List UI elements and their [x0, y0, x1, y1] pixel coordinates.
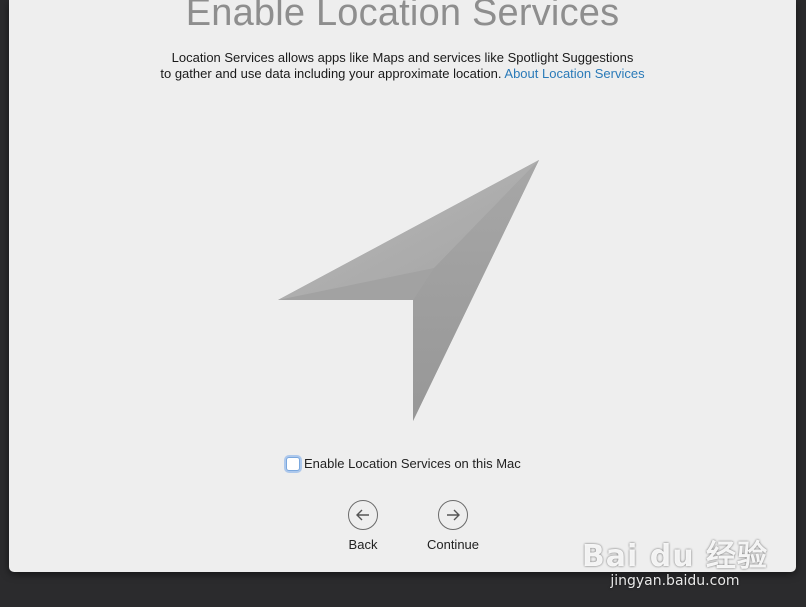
- enable-location-checkbox-label: Enable Location Services on this Mac: [304, 456, 521, 471]
- setup-assistant-window: Enable Location Services Location Servic…: [9, 0, 796, 572]
- location-arrow-icon: [278, 160, 539, 421]
- enable-location-checkbox[interactable]: [286, 456, 300, 471]
- description-line-2-text: to gather and use data including your ap…: [160, 66, 502, 81]
- description-line-2: to gather and use data including your ap…: [9, 66, 796, 82]
- baidu-jingyan-watermark: Bai du 经验 jingyan.baidu.com: [582, 531, 768, 589]
- watermark-logo: Bai du 经验: [581, 539, 768, 574]
- description-line-1: Location Services allows apps like Maps …: [171, 50, 634, 65]
- description: Location Services allows apps like Maps …: [9, 50, 796, 82]
- continue-button[interactable]: Continue: [413, 500, 493, 552]
- about-location-services-link[interactable]: About Location Services: [504, 66, 644, 81]
- back-button[interactable]: Back: [323, 500, 403, 552]
- arrow-left-circle-icon: [348, 500, 378, 530]
- watermark-site: jingyan.baidu.com: [610, 573, 740, 589]
- continue-button-label: Continue: [426, 537, 480, 552]
- enable-location-checkbox-row[interactable]: Enable Location Services on this Mac: [286, 456, 521, 471]
- back-button-label: Back: [348, 537, 378, 552]
- arrow-right-circle-icon: [438, 500, 468, 530]
- page-title: Enable Location Services: [185, 0, 620, 34]
